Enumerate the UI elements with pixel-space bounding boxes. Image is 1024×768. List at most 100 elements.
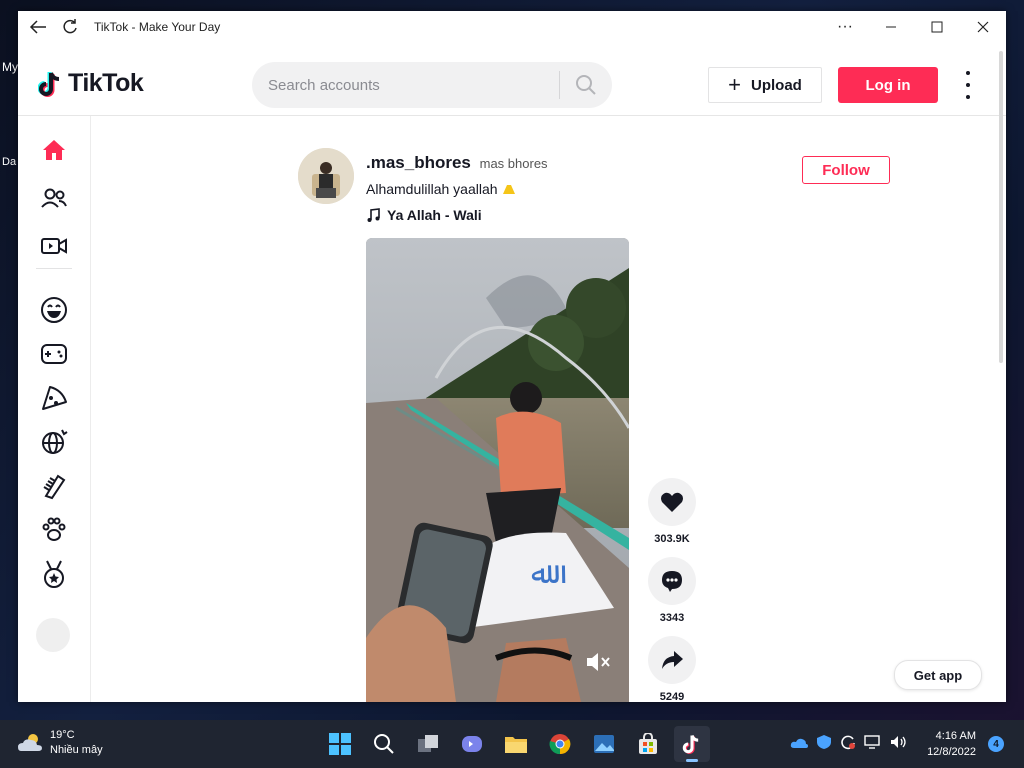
system-tray <box>790 734 916 755</box>
windows-icon <box>329 733 351 755</box>
photos-button[interactable] <box>586 726 622 762</box>
tiktok-taskbar-button[interactable] <box>674 726 710 762</box>
file-explorer-button[interactable] <box>498 726 534 762</box>
share-icon <box>662 651 683 669</box>
get-app-button[interactable]: Get app <box>894 660 982 690</box>
gaming-icon[interactable] <box>38 338 70 370</box>
tiktok-header: TikTok + Upload Log in <box>18 47 1006 116</box>
sidebar-divider <box>36 268 72 269</box>
maximize-button[interactable] <box>914 11 960 43</box>
taskbar: 19°C Nhiều mây 4:16 AM 12/8/2022 4 <box>0 720 1024 768</box>
home-icon[interactable] <box>38 134 70 166</box>
clock-date: 12/8/2022 <box>927 746 976 758</box>
network-icon[interactable] <box>864 735 882 754</box>
tiktok-icon <box>682 734 699 754</box>
close-icon <box>977 21 989 33</box>
comment-icon <box>662 571 682 592</box>
task-view-button[interactable] <box>410 726 446 762</box>
follow-button[interactable]: Follow <box>802 156 890 184</box>
live-icon[interactable] <box>38 230 70 262</box>
search-input[interactable] <box>252 75 560 95</box>
comment-button[interactable] <box>648 557 696 605</box>
food-icon[interactable] <box>38 382 70 414</box>
search-button[interactable] <box>560 74 612 96</box>
like-count: 303.9K <box>654 533 690 545</box>
kebab-menu-icon[interactable] <box>960 71 976 99</box>
teams-chat-button[interactable] <box>454 726 490 762</box>
photos-icon <box>594 735 614 753</box>
praying-hands-icon <box>503 185 516 194</box>
like-button[interactable] <box>648 478 696 526</box>
following-icon[interactable] <box>38 182 70 214</box>
login-button[interactable]: Log in <box>838 67 938 103</box>
onedrive-icon[interactable] <box>790 736 808 754</box>
tiktok-logo-icon <box>38 71 60 97</box>
clock[interactable]: 4:16 AM 12/8/2022 <box>920 728 976 760</box>
volume-icon[interactable] <box>890 735 908 754</box>
refresh-icon <box>63 19 77 34</box>
user-avatar-placeholder[interactable] <box>36 618 70 652</box>
share-button[interactable] <box>648 636 696 684</box>
minimize-icon <box>886 26 896 28</box>
back-button[interactable] <box>22 11 54 43</box>
more-options-button[interactable]: ··· <box>822 11 868 43</box>
travel-icon[interactable] <box>38 426 70 458</box>
weather-description: Nhiều mây <box>50 744 103 756</box>
comment-action: 3343 <box>648 557 696 624</box>
music-note-icon <box>367 208 380 222</box>
comment-count: 3343 <box>659 612 685 624</box>
desktop-label: Da <box>2 156 17 168</box>
back-arrow-icon <box>29 20 46 34</box>
start-button[interactable] <box>322 726 358 762</box>
store-icon <box>639 733 657 754</box>
post-caption: Alhamdulillah yaallah <box>366 181 517 197</box>
store-button[interactable] <box>630 726 666 762</box>
clock-time: 4:16 AM <box>935 730 976 742</box>
chrome-icon <box>549 734 571 755</box>
heart-icon <box>661 492 683 512</box>
comedy-icon[interactable] <box>38 294 70 326</box>
sports-icon[interactable] <box>38 558 70 590</box>
minimize-button[interactable] <box>868 11 914 43</box>
search-taskbar-button[interactable] <box>366 726 402 762</box>
search-icon <box>576 75 596 95</box>
sync-icon[interactable] <box>840 734 856 755</box>
taskbar-apps <box>318 726 714 762</box>
window-title: TikTok - Make Your Day <box>94 20 221 34</box>
maximize-icon <box>931 21 943 33</box>
cloud-sun-icon <box>18 734 42 751</box>
app-window: TikTok - Make Your Day ··· TikTok Search… <box>18 11 1006 702</box>
avatar[interactable] <box>298 148 354 204</box>
weather-widget[interactable]: 19°C Nhiều mây <box>16 728 103 758</box>
close-button[interactable] <box>960 11 1006 43</box>
upload-button[interactable]: + Upload <box>708 67 822 103</box>
post-music[interactable]: Ya Allah - Wali <box>366 207 482 223</box>
mute-icon[interactable] <box>584 650 612 674</box>
temperature: 19°C <box>50 729 75 741</box>
notification-badge[interactable]: 4 <box>988 736 1004 752</box>
logo-text: TikTok <box>68 69 144 97</box>
video-frame: ﷲ <box>366 238 629 702</box>
upload-label: Upload <box>751 76 802 94</box>
tiktok-logo[interactable]: TikTok <box>38 69 144 98</box>
share-action: 5249 <box>648 636 696 702</box>
desktop-label: My <box>2 60 18 74</box>
post-author[interactable]: .mas_bhores mas bhores <box>366 153 548 173</box>
caption-text: Alhamdulillah yaallah <box>366 181 498 197</box>
task-view-icon <box>418 735 438 752</box>
username[interactable]: .mas_bhores <box>366 153 471 172</box>
chrome-button[interactable] <box>542 726 578 762</box>
beauty-icon[interactable] <box>38 470 70 502</box>
scrollbar[interactable] <box>999 51 1003 363</box>
search-icon <box>374 734 394 754</box>
like-action: 303.9K <box>648 478 696 545</box>
music-title: Ya Allah - Wali <box>387 207 482 223</box>
title-bar: TikTok - Make Your Day ··· <box>18 11 1006 43</box>
video-player[interactable]: ﷲ <box>366 238 629 702</box>
security-icon[interactable] <box>816 734 832 755</box>
search-bar <box>252 62 612 108</box>
animals-icon[interactable] <box>38 514 70 546</box>
chat-icon <box>462 736 482 752</box>
refresh-button[interactable] <box>54 11 86 43</box>
plus-icon: + <box>728 72 741 97</box>
